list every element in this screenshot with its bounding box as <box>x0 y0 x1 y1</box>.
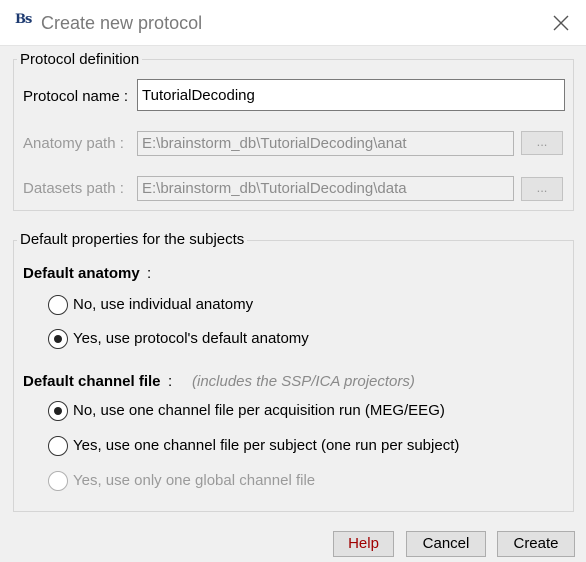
anatomy-option-default[interactable]: Yes, use protocol's default anatomy <box>48 328 348 350</box>
datasets-path-label: Datasets path : <box>23 180 124 197</box>
anatomy-option-individual[interactable]: No, use individual anatomy <box>48 294 288 316</box>
default-channel-colon: : <box>168 373 173 390</box>
channel-option-per-subject[interactable]: Yes, use one channel file per subject (o… <box>48 435 478 457</box>
cancel-button[interactable]: Cancel <box>406 531 486 557</box>
radio-button-disabled <box>48 471 68 491</box>
subject-defaults-title: Default properties for the subjects <box>17 231 248 248</box>
default-anatomy-colon: : <box>147 265 152 282</box>
channel-option-global: Yes, use only one global channel file <box>48 470 348 492</box>
radio-label: No, use one channel file per acquisition… <box>73 402 445 419</box>
protocol-name-label: Protocol name : <box>23 88 129 105</box>
radio-label: No, use individual anatomy <box>73 296 254 313</box>
radio-label: Yes, use only one global channel file <box>73 472 316 489</box>
channel-option-per-run[interactable]: No, use one channel file per acquisition… <box>48 400 468 422</box>
channel-hint: (includes the SSP/ICA projectors) <box>192 373 415 390</box>
create-button[interactable]: Create <box>497 531 575 557</box>
window-title: Create new protocol <box>41 13 203 33</box>
anatomy-path-label: Anatomy path : <box>23 135 124 152</box>
datasets-path-input <box>137 176 514 201</box>
protocol-definition-title: Protocol definition <box>17 51 143 68</box>
radio-label: Yes, use one channel file per subject (o… <box>73 437 460 454</box>
help-button[interactable]: Help <box>333 531 394 557</box>
default-channel-heading: Default channel file <box>23 373 161 390</box>
anatomy-path-input <box>137 131 514 156</box>
datasets-browse-button: ... <box>521 177 563 201</box>
brainstorm-app-icon: Bs <box>15 12 32 27</box>
radio-button-selected[interactable] <box>48 329 68 349</box>
title-bar: Bs Create new protocol <box>0 0 586 46</box>
close-icon[interactable] <box>550 12 572 34</box>
radio-label: Yes, use protocol's default anatomy <box>73 330 309 347</box>
protocol-name-input[interactable] <box>137 79 565 111</box>
radio-button-selected[interactable] <box>48 401 68 421</box>
radio-button[interactable] <box>48 436 68 456</box>
anatomy-browse-button: ... <box>521 131 563 155</box>
default-anatomy-heading: Default anatomy <box>23 265 140 282</box>
radio-button[interactable] <box>48 295 68 315</box>
